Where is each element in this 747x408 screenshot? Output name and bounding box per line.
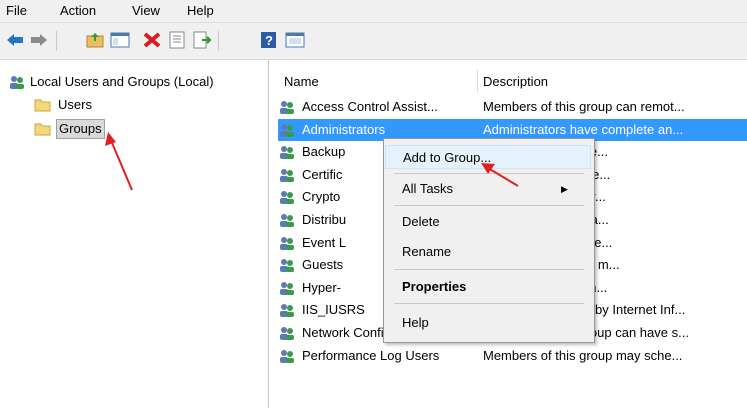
help-icon[interactable]: ? [258,29,280,51]
menu-view[interactable]: View [132,3,160,18]
menu-item-help[interactable]: Help [385,311,591,335]
console-tree-icon[interactable] [109,29,131,51]
group-icon [278,348,296,371]
menu-item-label: Properties [402,279,467,294]
column-header-description[interactable]: Description [483,72,548,92]
tree-root-label: Local Users and Groups (Local) [30,74,214,89]
properties-icon[interactable] [166,29,188,51]
menu-item-rename[interactable]: Rename [385,240,591,264]
console-tree: Local Users and Groups (Local) Users Gro… [0,60,269,408]
row-description: Members of this group may sche... [483,347,683,363]
back-arrow-icon[interactable] [4,29,26,51]
folder-icon [34,97,52,118]
folder-icon [34,121,52,142]
column-header-name[interactable]: Name [284,72,319,92]
mmc-view-icon[interactable] [284,29,306,51]
table-row[interactable]: Performance Log Users Members of this gro… [278,345,747,367]
export-icon[interactable] [191,29,213,51]
menu-item-label: All Tasks [402,181,454,196]
menu-item-label: Delete [402,214,440,229]
up-folder-icon[interactable] [84,29,106,51]
toolbar: ? [0,23,747,60]
row-name: Performance Log Users [302,347,440,363]
menu-file[interactable]: File [6,3,27,18]
users-group-icon [8,74,26,96]
menu-item-label: Help [402,315,429,330]
tree-groups-label: Groups [56,119,105,139]
menu-help[interactable]: Help [187,3,214,18]
annotation-arrow-icon [105,132,133,191]
submenu-arrow-icon: ▶ [561,184,568,194]
row-name: Access Control Assist... [302,99,438,114]
tree-users-label: Users [58,97,92,112]
forward-arrow-icon[interactable] [28,29,50,51]
menu-bar: File Action View Help [0,0,747,23]
row-description: Members of this group can remot... [483,99,685,114]
table-row[interactable]: Access Control Assist... Members of this … [278,96,747,118]
delete-icon[interactable] [141,29,163,51]
menu-item-properties[interactable]: Properties [385,275,591,299]
menu-item-label: Rename [402,244,452,259]
annotation-arrow-icon [481,163,519,187]
svg-text:?: ? [265,33,273,48]
menu-item-delete[interactable]: Delete [385,210,591,234]
menu-action[interactable]: Action [60,3,96,18]
tree-item-users[interactable]: Users [34,95,134,115]
tree-item-root[interactable]: Local Users and Groups (Local) [8,72,266,92]
